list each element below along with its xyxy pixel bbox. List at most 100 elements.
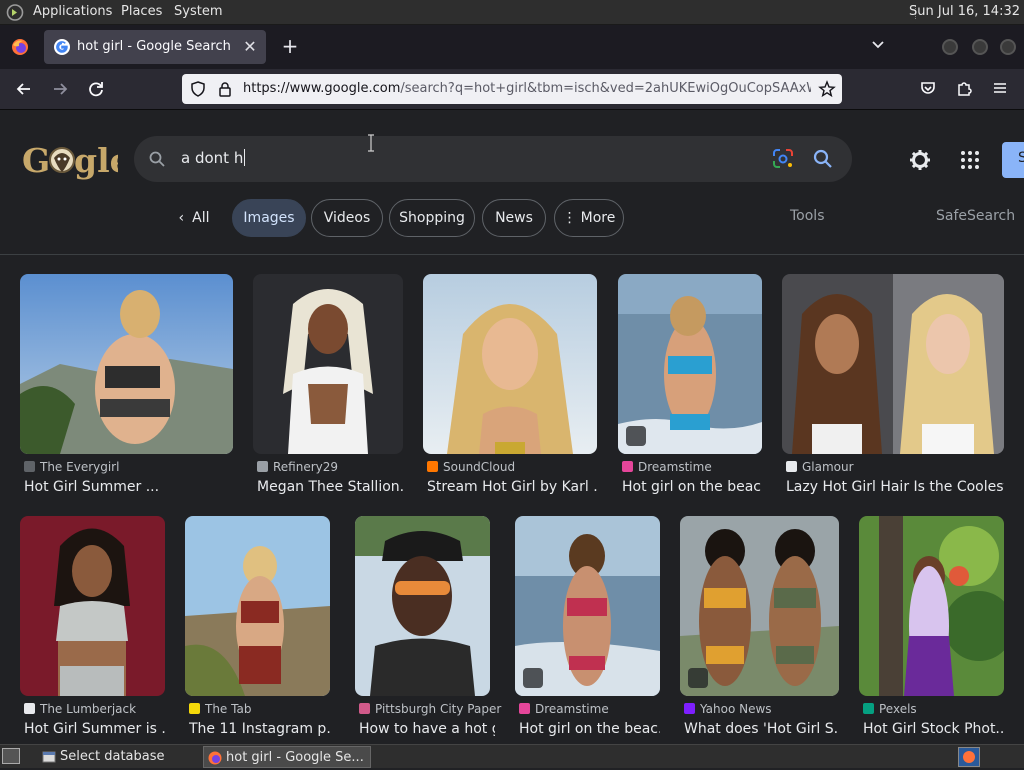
back-arrow-icon[interactable] (13, 78, 35, 100)
source-favicon-icon (863, 703, 874, 714)
result-thumbnail[interactable] (859, 516, 1004, 696)
google-doodle-logo[interactable]: G gle (22, 138, 118, 180)
chip-videos[interactable]: Videos (311, 199, 383, 237)
extensions-puzzle-icon[interactable] (955, 79, 973, 97)
result-thumbnail[interactable] (253, 274, 403, 454)
result-caption[interactable]: What does 'Hot Girl S... (684, 721, 839, 737)
source-favicon-icon (519, 703, 530, 714)
reload-icon[interactable] (85, 78, 107, 100)
navigation-bar: https://www.google.com/search?q=hot+girl… (0, 69, 1024, 110)
result-caption[interactable]: Megan Thee Stallion... (257, 479, 403, 495)
firefox-workspace-icon (963, 751, 975, 763)
sign-in-button[interactable]: S (1002, 142, 1024, 178)
tools-link[interactable]: Tools (790, 208, 825, 224)
search-submit-icon[interactable] (812, 148, 834, 170)
result-thumbnail[interactable] (680, 516, 839, 696)
list-all-tabs-icon[interactable] (870, 37, 886, 53)
chevron-left-icon: ‹ (178, 210, 185, 226)
result-source[interactable]: Refinery29 (257, 460, 338, 474)
address-bar[interactable]: https://www.google.com/search?q=hot+girl… (182, 74, 842, 104)
video-badge-icon (688, 668, 708, 688)
workspace-switcher[interactable] (958, 747, 980, 767)
url-text[interactable]: https://www.google.com/search?q=hot+girl… (243, 81, 811, 96)
result-caption[interactable]: Hot girl on the beac... (622, 479, 762, 495)
safesearch-link[interactable]: SafeSearch (936, 208, 1015, 224)
result-source[interactable]: Dreamstime (519, 702, 609, 716)
result-caption[interactable]: The 11 Instagram p... (189, 721, 330, 737)
result-thumbnail[interactable] (515, 516, 660, 696)
source-favicon-icon (684, 703, 695, 714)
source-favicon-icon (359, 703, 370, 714)
search-filter-chips: ‹ All Images Videos Shopping News ⋮ More T… (0, 199, 1024, 239)
search-input[interactable]: a dont h (181, 149, 246, 167)
top-panel: Applications Places System Sun Jul 16, 1… (0, 0, 1024, 25)
applications-menu-icon[interactable] (6, 4, 24, 21)
source-favicon-icon (786, 461, 797, 472)
text-cursor-icon (368, 134, 374, 152)
places-menu[interactable]: Places (121, 4, 162, 19)
system-menu[interactable]: System (174, 4, 222, 19)
source-favicon-icon (24, 703, 35, 714)
new-tab-icon[interactable]: + (280, 34, 300, 58)
result-thumbnail[interactable] (355, 516, 490, 696)
result-source[interactable]: Glamour (786, 460, 854, 474)
bottom-taskbar: Select database hot girl - Google Se... (0, 744, 1024, 768)
hamburger-menu-icon[interactable] (991, 79, 1009, 97)
firefox-view-icon[interactable] (11, 38, 29, 56)
google-header: G gle a dont h (0, 110, 1024, 255)
chip-all[interactable]: ‹ All (166, 199, 222, 237)
google-apps-grid-icon[interactable] (960, 150, 980, 170)
applications-menu[interactable]: Applications (33, 4, 112, 19)
tab-google-search[interactable]: hot girl - Google Search ✕ (44, 30, 266, 64)
result-source[interactable]: Yahoo News (684, 702, 772, 716)
firefox-icon (208, 751, 222, 765)
window-icon (42, 751, 56, 763)
result-caption[interactable]: Hot girl on the beac... (519, 721, 660, 737)
result-caption[interactable]: Hot Girl Summer ... (24, 479, 229, 495)
result-thumbnail[interactable] (185, 516, 330, 696)
maximize-window-button[interactable] (972, 39, 988, 55)
settings-gear-icon[interactable] (908, 148, 932, 172)
result-thumbnail[interactable] (782, 274, 1004, 454)
result-thumbnail[interactable] (20, 274, 233, 454)
source-favicon-icon (257, 461, 268, 472)
result-thumbnail[interactable] (423, 274, 597, 454)
lock-icon[interactable] (218, 81, 232, 97)
result-source[interactable]: Dreamstime (622, 460, 712, 474)
result-caption[interactable]: Hot Girl Stock Phot... (863, 721, 1004, 737)
show-desktop-icon[interactable] (2, 748, 20, 764)
result-source[interactable]: The Everygirl (24, 460, 119, 474)
chip-shopping[interactable]: Shopping (389, 199, 475, 237)
tracking-protection-shield-icon[interactable] (190, 81, 206, 97)
image-results-grid: The Everygirl Hot Girl Summer ... Refine… (0, 256, 1024, 744)
source-favicon-icon (24, 461, 35, 472)
result-caption[interactable]: Lazy Hot Girl Hair Is the Coolest... (786, 479, 1004, 495)
result-caption[interactable]: How to have a hot g... (359, 721, 495, 737)
result-source[interactable]: SoundCloud (427, 460, 515, 474)
close-window-button[interactable] (1000, 39, 1016, 55)
result-caption[interactable]: Stream Hot Girl by Karl ... (427, 479, 597, 495)
source-favicon-icon (622, 461, 633, 472)
pocket-icon[interactable] (919, 79, 937, 97)
chip-images[interactable]: Images (232, 199, 306, 237)
source-favicon-icon (189, 703, 200, 714)
close-tab-icon[interactable]: ✕ (242, 37, 258, 56)
google-lens-icon[interactable] (772, 149, 794, 169)
result-thumbnail[interactable] (618, 274, 762, 454)
result-source[interactable]: The Lumberjack (24, 702, 136, 716)
chip-more[interactable]: ⋮ More (554, 199, 624, 237)
task-firefox[interactable]: hot girl - Google Se... (203, 746, 371, 768)
tab-bar: hot girl - Google Search ✕ + (0, 25, 1024, 69)
search-box[interactable]: a dont h (134, 136, 852, 182)
bookmark-star-icon[interactable] (818, 80, 836, 98)
result-source[interactable]: Pittsburgh City Paper (359, 702, 501, 716)
chip-news[interactable]: News (482, 199, 546, 237)
result-source[interactable]: Pexels (863, 702, 917, 716)
result-caption[interactable]: Hot Girl Summer is ... (24, 721, 165, 737)
result-source[interactable]: The Tab (189, 702, 251, 716)
clock[interactable]: Sun Jul 16, 14:32 (909, 4, 1020, 19)
task-select-database[interactable]: Select database (38, 746, 198, 768)
result-thumbnail[interactable] (20, 516, 165, 696)
minimize-window-button[interactable] (942, 39, 958, 55)
forward-arrow-icon[interactable] (49, 78, 71, 100)
